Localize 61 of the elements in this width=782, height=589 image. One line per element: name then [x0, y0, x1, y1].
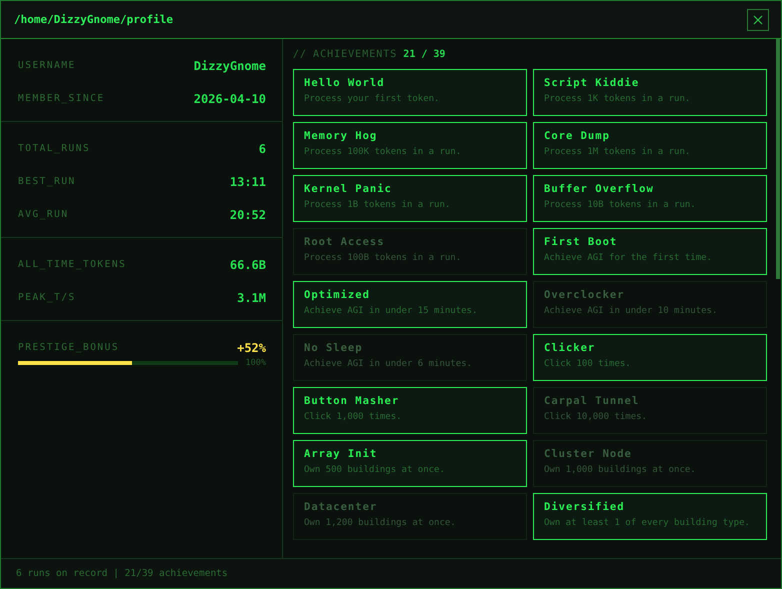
achievement-description: Achieve AGI in under 6 minutes.	[304, 358, 473, 371]
stat-label: TOTAL_RUNS	[18, 143, 90, 154]
stat-value: 66.6B	[230, 258, 266, 272]
section-prefix: //	[293, 49, 308, 60]
achievement-name: Script Kiddie	[544, 77, 640, 89]
stat-label: MEMBER_SINCE	[18, 93, 105, 104]
window-title: /home/DizzyGnome/profile	[14, 13, 173, 26]
stat-label: ALL_TIME_TOKENS	[18, 259, 126, 270]
stat-label: BEST_RUN	[18, 176, 76, 187]
scrollbar-thumb[interactable]	[776, 39, 780, 279]
achievement-description: Own at least 1 of every building type.	[544, 517, 751, 530]
stat-value: 2026-04-10	[194, 92, 266, 106]
close-button[interactable]	[747, 8, 769, 30]
section-title: ACHIEVEMENTS	[313, 49, 398, 60]
achievement-description: Process your first token.	[304, 93, 440, 106]
achievement-name: Memory Hog	[304, 130, 378, 142]
achievement-name: Optimized	[304, 289, 371, 301]
achievement-description: Process 1M tokens in a run.	[544, 146, 692, 159]
achievement-name: Core Dump	[544, 130, 611, 142]
achievement-name: Diversified	[544, 501, 626, 513]
stat-value: 3.1M	[237, 290, 266, 304]
achievement-name: Kernel Panic	[304, 183, 393, 195]
achievement-name: Hello World	[304, 77, 386, 89]
achievement-name: Array Init	[304, 448, 378, 460]
status-text: 6 runs on record | 21/39 achievements	[16, 568, 228, 579]
stat-label: PRESTIGE_BONUS	[18, 342, 120, 353]
stat-value: 13:11	[230, 174, 266, 188]
achievement-description: Process 100B tokens in a run.	[304, 252, 462, 265]
achievement-name: No Sleep	[304, 342, 364, 354]
achievement-description: Own 500 buildings at once.	[304, 464, 446, 477]
stat-label: PEAK_T/S	[18, 292, 76, 303]
stat-label: USERNAME	[18, 60, 76, 71]
achievement-name: Overclocker	[544, 289, 626, 301]
bar-max-label: 100%	[246, 358, 266, 368]
stat-value: +52%	[237, 340, 266, 354]
achievement-description: Achieve AGI in under 15 minutes.	[304, 305, 478, 318]
stat-value: 20:52	[230, 208, 266, 222]
achievement-name: Buffer Overflow	[544, 183, 655, 195]
achievement-description: Process 1K tokens in a run.	[544, 93, 692, 106]
achievement-description: Process 1B tokens in a run.	[304, 199, 452, 212]
achievement-name: Datacenter	[304, 501, 378, 513]
stat-value: 6	[258, 142, 266, 156]
stat-label: AVG_RUN	[18, 209, 69, 220]
stat-value: DizzyGnome	[194, 58, 266, 72]
achievement-name: Button Masher	[304, 395, 400, 407]
achievement-description: Own 1,200 buildings at once.	[304, 517, 457, 530]
achievement-description: Achieve AGI for the first time.	[544, 252, 713, 265]
achievement-description: Click 10,000 times.	[544, 411, 648, 424]
achievement-name: Clicker	[544, 342, 596, 354]
achievement-description: Achieve AGI in under 10 minutes.	[544, 305, 718, 318]
achievement-name: First Boot	[544, 236, 618, 248]
achievement-name: Cluster Node	[544, 448, 633, 460]
achievement-description: Process 100K tokens in a run.	[304, 146, 462, 159]
achievement-name: Carpal Tunnel	[544, 395, 640, 407]
achievement-description: Process 10B tokens in a run.	[544, 199, 697, 212]
achievement-description: Click 1,000 times.	[304, 411, 403, 424]
achievement-count: 21 / 39	[403, 49, 446, 60]
achievement-name: Root Access	[304, 236, 386, 248]
achievement-description: Own 1,000 buildings at once.	[544, 464, 697, 477]
close-icon	[753, 14, 763, 24]
achievement-description: Click 100 times.	[544, 358, 632, 371]
